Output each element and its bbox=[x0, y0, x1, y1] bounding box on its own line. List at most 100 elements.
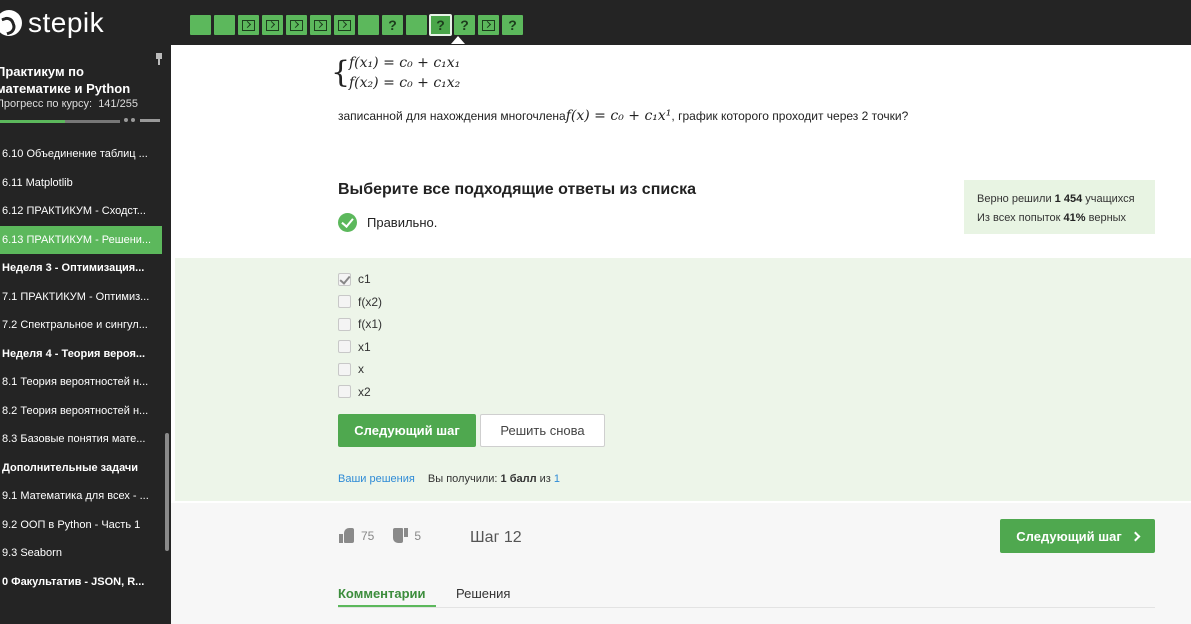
next-step-button[interactable]: Следующий шаг bbox=[338, 414, 476, 447]
step-3-code[interactable] bbox=[238, 15, 259, 35]
stepik-logo[interactable]: stepik bbox=[0, 7, 104, 39]
sidebar-lesson-item[interactable]: 9.3 Seaborn bbox=[0, 539, 162, 567]
course-progress: Прогресс по курсу: 141/255 bbox=[0, 98, 138, 110]
step-7-code[interactable] bbox=[334, 15, 355, 35]
sidebar-section-header[interactable]: Неделя 4 - Теория вероя... bbox=[0, 340, 162, 368]
step-11-quiz[interactable]: ? bbox=[429, 14, 452, 36]
stats-solved: Верно решили 1 454 учащихся bbox=[977, 190, 1142, 209]
answer-option-label: x bbox=[358, 362, 364, 376]
your-solutions-link[interactable]: Ваши решения bbox=[338, 473, 415, 485]
score-value: 1 балл bbox=[500, 473, 537, 485]
step-6-code[interactable] bbox=[310, 15, 331, 35]
answers-panel: c1 f(x2) f(x1) x1 x x2 Следующий шаг Решить с… bbox=[175, 258, 1191, 501]
question-mark-icon: ? bbox=[460, 17, 469, 33]
progress-label: Прогресс по курсу: bbox=[0, 98, 93, 110]
sidebar-section-header[interactable]: 0 Факультатив - JSON, R... bbox=[0, 568, 162, 596]
progress-bar bbox=[0, 120, 120, 123]
sidebar-section-header[interactable]: Неделя 3 - Оптимизация... bbox=[0, 254, 162, 282]
question-text: записанной для нахождения многочленаf(x)… bbox=[338, 108, 908, 124]
question-after: , график которого проходит через 2 точки… bbox=[671, 109, 909, 123]
answer-option-label: f(x2) bbox=[358, 294, 382, 309]
dislikes-count: 5 bbox=[414, 528, 422, 543]
terminal-icon bbox=[290, 19, 303, 31]
thumb-down-icon[interactable] bbox=[392, 528, 409, 543]
progress-value: 141/255 bbox=[98, 98, 138, 110]
progress-more-icon[interactable] bbox=[122, 118, 162, 124]
solve-again-button[interactable]: Решить снова bbox=[480, 414, 605, 447]
step-2-blank[interactable] bbox=[214, 15, 235, 35]
sidebar-lesson-item[interactable]: 7.2 Спектральное и сингул... bbox=[0, 311, 162, 339]
course-title[interactable]: Практикум по математике и Python bbox=[0, 63, 158, 97]
question-mark-icon: ? bbox=[508, 17, 517, 33]
equation-line-2: f(x₂) = c₀ + c₁x₂ bbox=[349, 75, 461, 91]
step-10-blank[interactable] bbox=[406, 15, 427, 35]
score-prefix: Вы получили: bbox=[427, 473, 498, 485]
discussion-tabs: Комментарии Решения bbox=[338, 578, 1155, 608]
step-navigation: ???? bbox=[190, 14, 523, 36]
sidebar-lesson-item[interactable]: 8.2 Теория вероятностей н... bbox=[0, 397, 162, 425]
sidebar-lesson-item[interactable]: 6.13 ПРАКТИКУМ - Решени... bbox=[0, 225, 162, 254]
sidebar-lesson-item[interactable]: 6.10 Объединение таблиц ... bbox=[0, 140, 162, 168]
correct-text: Правильно. bbox=[367, 215, 438, 230]
stats-solved-suffix: учащихся bbox=[1085, 193, 1135, 205]
answer-option-label: f(x1) bbox=[358, 317, 382, 331]
question-mark-icon: ? bbox=[388, 17, 397, 33]
sidebar-lesson-item[interactable]: 9.2 ООП в Python - Часть 1 bbox=[0, 511, 162, 539]
step-14-quiz[interactable]: ? bbox=[502, 15, 523, 35]
sidebar-lesson-item[interactable]: 9.1 Математика для всех - ... bbox=[0, 482, 162, 510]
sidebar-scrollbar[interactable] bbox=[165, 433, 169, 551]
progress-bar-fill bbox=[0, 120, 66, 123]
stats-percent-suffix: верных bbox=[1088, 212, 1127, 224]
answer-option[interactable]: c1 bbox=[338, 272, 371, 286]
tab-comments[interactable]: Комментарии bbox=[338, 586, 426, 601]
sidebar-lesson-item[interactable]: 8.1 Теория вероятностей н... bbox=[0, 368, 162, 396]
sidebar-lesson-item[interactable]: 6.11 Matplotlib bbox=[0, 169, 162, 197]
stats-box: Верно решили 1 454 учащихся Из всех попы… bbox=[964, 180, 1155, 234]
checkbox[interactable] bbox=[338, 295, 351, 308]
answer-option[interactable]: x1 bbox=[338, 340, 371, 354]
step-1-blank[interactable] bbox=[190, 15, 211, 35]
answer-option[interactable]: f(x1) bbox=[338, 317, 382, 331]
step-8-blank[interactable] bbox=[358, 15, 379, 35]
step-9-quiz[interactable]: ? bbox=[382, 15, 403, 35]
question-before: записанной для нахождения многочлена bbox=[338, 109, 566, 123]
checkbox-checked[interactable] bbox=[338, 272, 351, 286]
terminal-icon bbox=[338, 19, 351, 31]
checkbox[interactable] bbox=[338, 317, 351, 331]
step-12-quiz[interactable]: ? bbox=[454, 15, 475, 35]
checkbox[interactable] bbox=[338, 340, 351, 353]
step-4-code[interactable] bbox=[262, 15, 283, 35]
answer-option-label: x1 bbox=[358, 339, 371, 354]
step-number: Шаг 12 bbox=[470, 529, 522, 546]
answer-option-label: x2 bbox=[358, 384, 371, 399]
tab-solutions[interactable]: Решения bbox=[456, 586, 510, 601]
footer-next-step-label: Следующий шаг bbox=[1016, 528, 1122, 544]
stats-percent: Из всех попыток 41% верных bbox=[977, 209, 1142, 228]
step-5-code[interactable] bbox=[286, 15, 307, 35]
terminal-icon bbox=[314, 19, 327, 31]
check-circle-icon bbox=[338, 213, 357, 232]
result-status: Правильно. bbox=[338, 213, 437, 232]
footer-next-step-button[interactable]: Следующий шаг bbox=[1000, 519, 1155, 553]
step-13-code[interactable] bbox=[478, 15, 499, 35]
answer-option[interactable]: x2 bbox=[338, 385, 371, 399]
checkbox[interactable] bbox=[338, 385, 351, 398]
terminal-icon bbox=[266, 19, 279, 31]
top-bar: stepik ???? bbox=[0, 0, 1191, 45]
stepik-logo-icon bbox=[0, 10, 22, 36]
answer-option-label: c1 bbox=[358, 272, 371, 286]
equation-system: { f(x₁) = c₀ + c₁x₁ f(x₂) = c₀ + c₁x₂ bbox=[331, 53, 461, 93]
thumb-up-icon[interactable] bbox=[339, 528, 355, 543]
brand-name: stepik bbox=[28, 7, 105, 38]
terminal-icon bbox=[482, 19, 495, 31]
active-tab-underline bbox=[338, 605, 436, 607]
main-content: { f(x₁) = c₀ + c₁x₁ f(x₂) = c₀ + c₁x₂ за… bbox=[171, 45, 1191, 624]
answer-option[interactable]: x bbox=[338, 362, 364, 376]
chevron-right-icon bbox=[1130, 531, 1141, 541]
answer-option[interactable]: f(x2) bbox=[338, 295, 382, 309]
sidebar-lesson-item[interactable]: 6.12 ПРАКТИКУМ - Сходст... bbox=[0, 197, 162, 225]
checkbox[interactable] bbox=[338, 362, 351, 376]
sidebar-lesson-item[interactable]: 8.3 Базовые понятия мате... bbox=[0, 425, 162, 453]
sidebar-lesson-item[interactable]: 7.1 ПРАКТИКУМ - Оптимиз... bbox=[0, 283, 162, 311]
sidebar-section-header[interactable]: Дополнительные задачи bbox=[0, 454, 162, 482]
